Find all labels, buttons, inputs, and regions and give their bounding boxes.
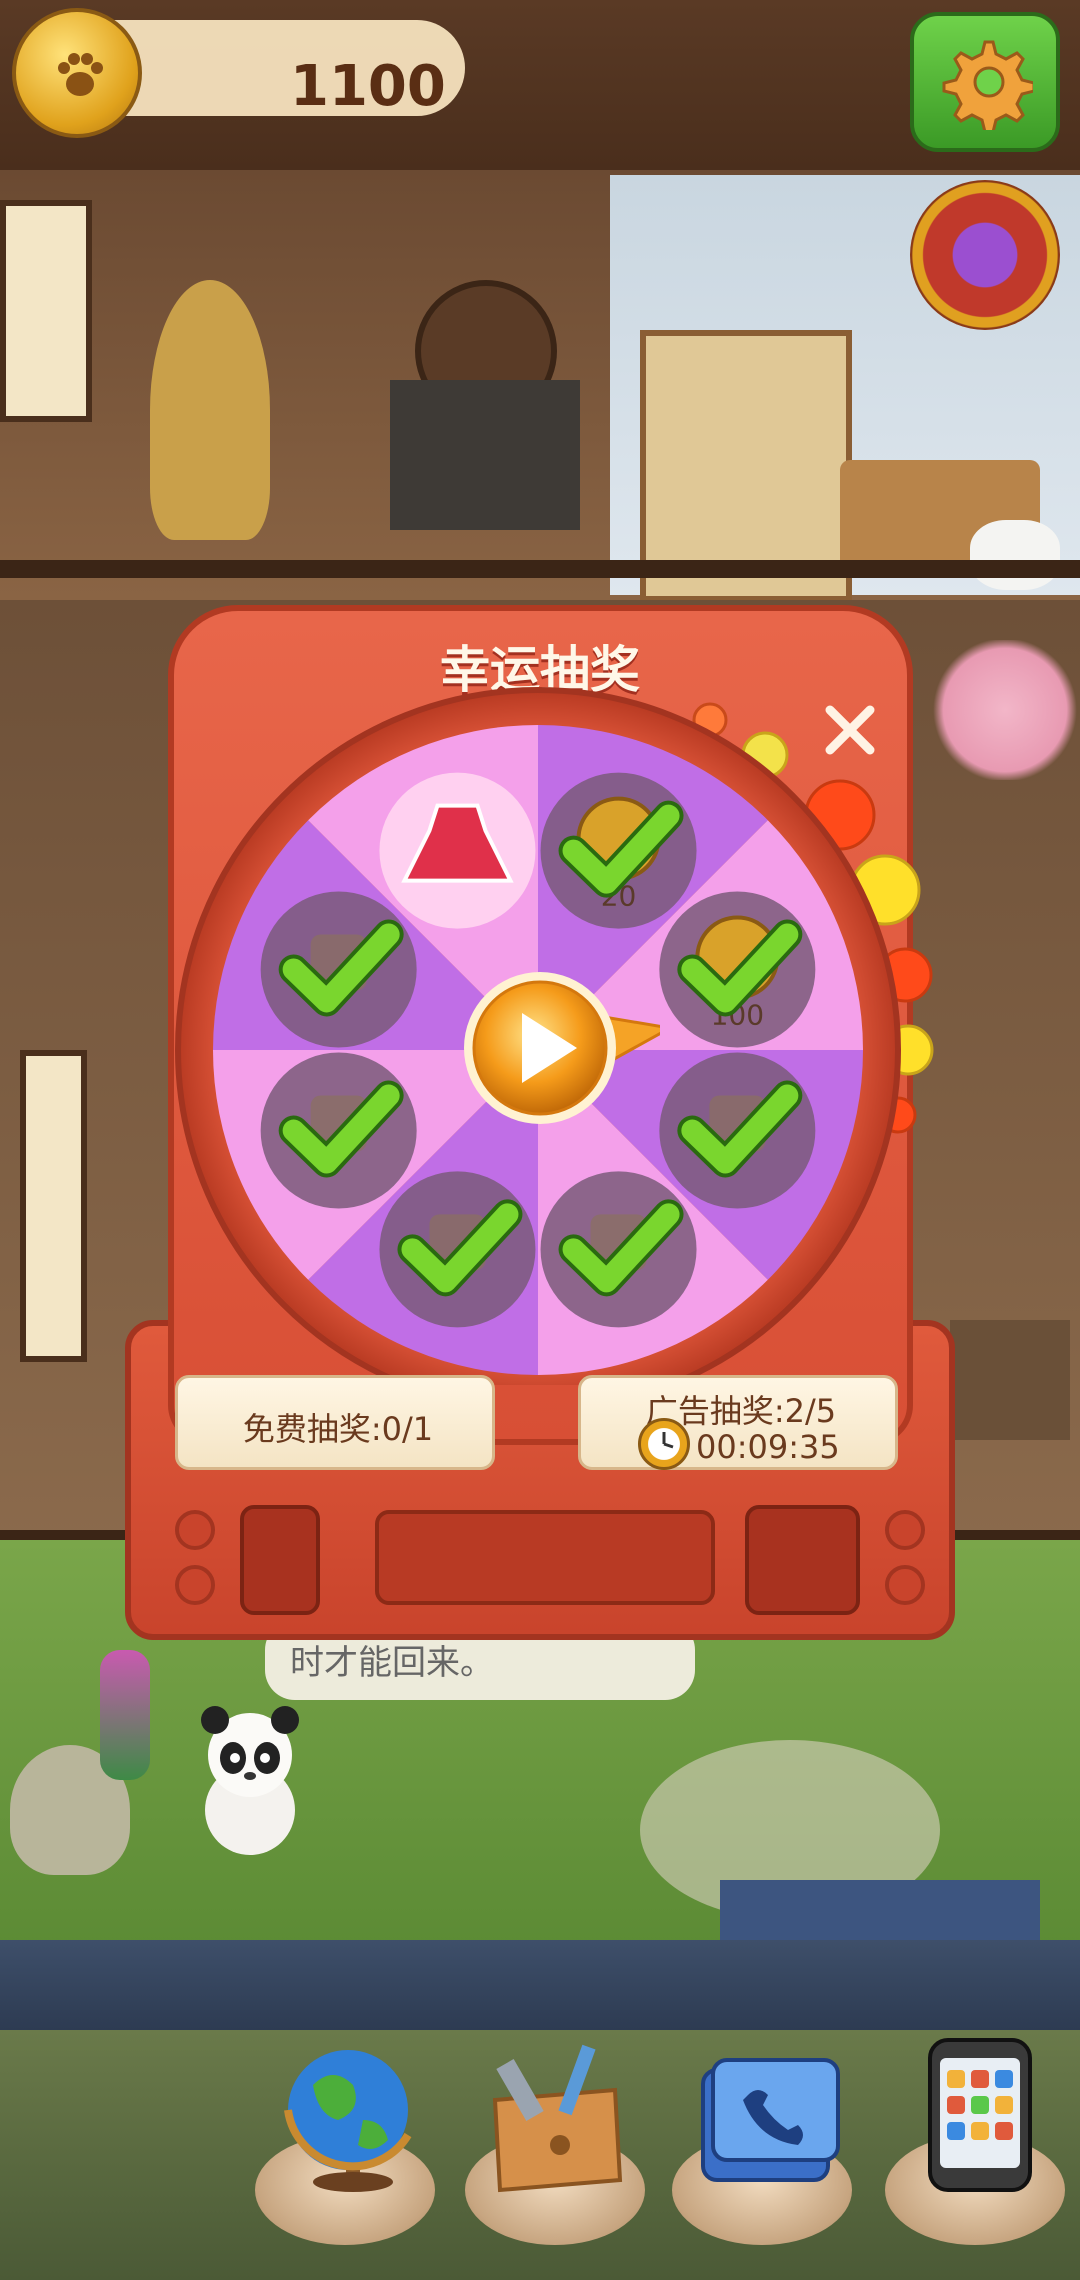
globe-icon[interactable] [268, 2030, 438, 2200]
toolbox-icon[interactable] [470, 2030, 640, 2200]
fence [0, 1940, 1080, 2030]
free-draw-card[interactable]: 免费抽奖:0/1 [175, 1375, 495, 1470]
base-vent [240, 1505, 320, 1615]
paw-coin-icon [12, 8, 142, 138]
ad-draw-label: 广告抽奖:2/5 [645, 1392, 837, 1430]
free-draw-label: 免费抽奖:0/1 [242, 1410, 434, 1448]
flower-plant [100, 1650, 150, 1780]
lucky-wheel-icon[interactable] [910, 180, 1060, 330]
prize-coin: 20 [540, 772, 697, 929]
phone-icon[interactable] [895, 2030, 1065, 2200]
prize-drawer [745, 1505, 860, 1615]
prize-item [260, 891, 417, 1048]
ad-draw-timer: 00:09:35 [696, 1428, 840, 1466]
panda-character[interactable] [190, 1700, 310, 1860]
sink-counter [390, 380, 580, 530]
prize-coin: 100 [659, 891, 816, 1048]
coin-value: 1100 [290, 54, 446, 119]
base-knob [885, 1510, 925, 1550]
statue [150, 280, 270, 540]
toilet [970, 520, 1060, 590]
base-slot [375, 1510, 715, 1605]
prize-furniture [540, 1171, 697, 1328]
prize-boot [659, 1052, 816, 1209]
settings-button[interactable] [910, 12, 1060, 152]
spin-button[interactable] [460, 968, 675, 1128]
prize-dress [379, 772, 536, 929]
calligraphy-scroll [20, 1050, 87, 1362]
clock-icon [638, 1418, 690, 1470]
base-knob [175, 1510, 215, 1550]
beam [0, 560, 1080, 578]
base-knob [885, 1565, 925, 1605]
prize-furniture [379, 1171, 536, 1328]
base-knob [175, 1565, 215, 1605]
play-icon [464, 972, 675, 1124]
desk [950, 1320, 1070, 1440]
window [0, 200, 92, 422]
phone-book-icon[interactable] [678, 2030, 848, 2200]
gear-icon [942, 40, 1033, 130]
ad-draw-card[interactable]: 广告抽奖:2/5 00:09:35 [578, 1375, 898, 1470]
speech-bubble-text: 时才能回来。 [290, 1643, 494, 1683]
gate-roof [720, 1880, 1040, 1940]
prize-headdress [260, 1052, 417, 1209]
